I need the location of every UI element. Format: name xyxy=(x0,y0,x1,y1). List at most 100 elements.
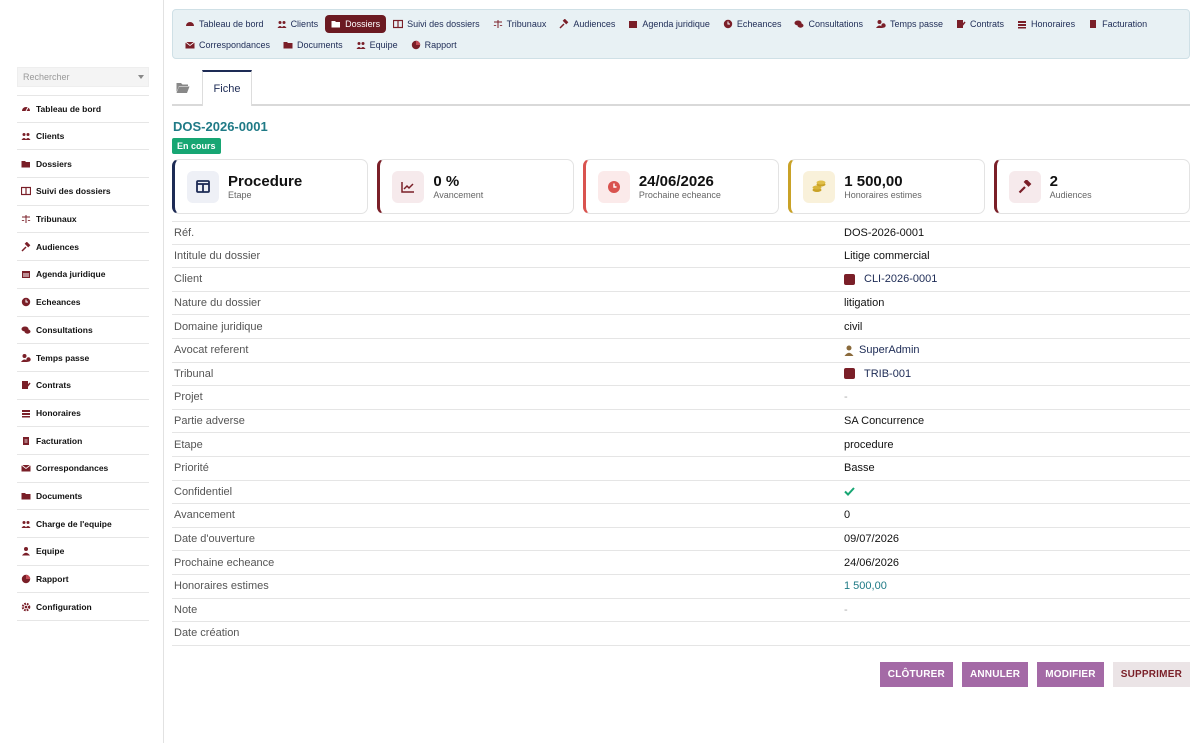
sidebar-item-label: Audiences xyxy=(36,241,79,252)
topnav-label: Agenda juridique xyxy=(642,19,710,29)
sidebar-item-equipe[interactable]: Equipe xyxy=(17,538,149,566)
table-row: Confidentiel xyxy=(172,481,1190,505)
sidebar-item-label: Echeances xyxy=(36,297,81,308)
field-label: Nature du dossier xyxy=(174,297,261,310)
sidebar-item-correspondances[interactable]: Correspondances xyxy=(17,455,149,483)
sidebar-item-label: Correspondances xyxy=(36,463,109,474)
field-value: TRIB-001 xyxy=(864,367,912,380)
sidebar-item-tableau-de-bord[interactable]: Tableau de bord xyxy=(17,95,149,123)
sidebar-item-suivi-des-dossiers[interactable]: Suivi des dossiers xyxy=(17,178,149,206)
topnav-tableau-de-bord[interactable]: Tableau de bord xyxy=(179,15,270,33)
topnav-equipe[interactable]: Equipe xyxy=(350,36,404,54)
kpi-card-etape: Procedure Etape xyxy=(172,159,369,214)
sidebar-item-charge-equipe[interactable]: Charge de l'equipe xyxy=(17,510,149,538)
envelope-icon xyxy=(185,40,195,50)
topnav-rapport[interactable]: Rapport xyxy=(405,36,463,54)
edit-button[interactable]: MODIFIER xyxy=(1037,662,1104,687)
topnav-label: Rapport xyxy=(424,40,457,50)
sidebar-item-rapport[interactable]: Rapport xyxy=(17,566,149,594)
clock-icon xyxy=(597,170,630,203)
field-label: Intitule du dossier xyxy=(174,249,261,262)
kpi-value: 0 % xyxy=(433,172,460,190)
folder-open-icon[interactable] xyxy=(176,82,190,94)
sidebar-item-facturation[interactable]: Facturation xyxy=(17,427,149,455)
tab-fiche[interactable]: Fiche xyxy=(202,70,252,106)
sidebar-search-select[interactable]: Rechercher xyxy=(17,67,149,87)
topnav-correspondances[interactable]: Correspondances xyxy=(179,36,276,54)
sidebar-item-echeances[interactable]: Echeances xyxy=(17,289,149,317)
sidebar-item-agenda-juridique[interactable]: Agenda juridique xyxy=(17,261,149,289)
contract-icon xyxy=(21,380,31,390)
sidebar-item-consultations[interactable]: Consultations xyxy=(17,317,149,345)
table-row: Date d'ouverture 09/07/2026 xyxy=(172,528,1190,552)
table-row: Nature du dossier litigation xyxy=(172,292,1190,316)
topnav-honoraires[interactable]: Honoraires xyxy=(1011,15,1081,33)
topnav-label: Equipe xyxy=(369,40,398,50)
kpi-label: Prochaine echeance xyxy=(638,189,721,200)
topnav-facturation[interactable]: Facturation xyxy=(1082,15,1153,33)
field-value: - xyxy=(844,391,848,404)
table-row: Réf. DOS-2026-0001 xyxy=(172,221,1190,245)
topnav-label: Contrats xyxy=(970,19,1005,29)
user-clock-icon xyxy=(21,353,31,363)
folder-open-icon xyxy=(331,19,341,29)
dashboard-icon xyxy=(185,19,195,29)
user-clock-icon xyxy=(876,19,886,29)
field-value: civil xyxy=(844,320,863,333)
tribunal-link[interactable]: TRIB-001 xyxy=(844,368,911,380)
field-label: Avancement xyxy=(174,509,235,522)
line-chart-icon xyxy=(392,170,425,203)
client-link[interactable]: CLI-2026-0001 xyxy=(844,273,937,285)
topnav-contrats[interactable]: Contrats xyxy=(950,15,1010,33)
kpi-card-honoraires: 1 500,00 Honoraires estimes xyxy=(788,159,985,214)
topnav-label: Audiences xyxy=(573,19,616,29)
user-icon xyxy=(844,345,854,356)
close-dossier-button[interactable]: CLÔTURER xyxy=(879,662,953,687)
cancel-dossier-button[interactable]: ANNULER xyxy=(961,662,1029,687)
sidebar-item-honoraires[interactable]: Honoraires xyxy=(17,400,149,428)
topnav-temps-passe[interactable]: Temps passe xyxy=(870,15,949,33)
sidebar-item-clients[interactable]: Clients xyxy=(17,123,149,151)
kpi-value: 24/06/2026 xyxy=(638,172,714,190)
field-label: Date d'ouverture xyxy=(174,533,255,546)
sidebar-item-dossiers[interactable]: Dossiers xyxy=(17,150,149,179)
clock-icon xyxy=(21,297,31,307)
gavel-icon xyxy=(21,241,31,252)
topnav-echeances[interactable]: Echeances xyxy=(717,15,788,33)
sidebar-item-label: Suivi des dossiers xyxy=(36,186,111,197)
topnav-clients[interactable]: Clients xyxy=(271,15,325,33)
topnav-tribunaux[interactable]: Tribunaux xyxy=(487,15,553,33)
sidebar-item-configuration[interactable]: Configuration xyxy=(17,593,149,622)
topnav-dossiers[interactable]: Dossiers xyxy=(325,15,387,33)
field-label: Tribunal xyxy=(174,367,214,380)
sidebar-item-label: Documents xyxy=(36,490,83,501)
topnav-label: Tribunaux xyxy=(506,19,547,29)
topnav-documents[interactable]: Documents xyxy=(277,36,349,54)
sidebar-item-contrats[interactable]: Contrats xyxy=(17,372,149,400)
table-row: Tribunal TRIB-001 xyxy=(172,363,1190,387)
table-row: Honoraires estimes 1 500,00 xyxy=(172,575,1190,599)
sidebar-item-documents[interactable]: Documents xyxy=(17,483,149,511)
topnav-suivi-des-dossiers[interactable]: Suivi des dossiers xyxy=(387,15,486,33)
delete-button[interactable]: SUPPRIMER xyxy=(1112,662,1190,687)
kpi-value: 1 500,00 xyxy=(844,172,903,190)
table-row: Projet - xyxy=(172,386,1190,410)
chevron-down-icon xyxy=(138,75,144,79)
page-title: DOS-2026-0001 xyxy=(173,119,268,134)
sidebar-item-audiences[interactable]: Audiences xyxy=(17,233,149,262)
sidebar-item-temps-passe[interactable]: Temps passe xyxy=(17,344,149,372)
sidebar-item-tribunaux[interactable]: Tribunaux xyxy=(17,206,149,234)
table-row: Client CLI-2026-0001 xyxy=(172,268,1190,292)
topnav-consultations[interactable]: Consultations xyxy=(788,15,869,33)
topnav-agenda-juridique[interactable]: Agenda juridique xyxy=(622,15,716,33)
topnav-audiences[interactable]: Audiences xyxy=(553,15,621,33)
checkmark-icon xyxy=(844,487,855,497)
tab-bar: Fiche xyxy=(172,70,1190,106)
dashboard-icon xyxy=(21,104,31,114)
sidebar-item-label: Clients xyxy=(36,131,65,142)
top-navigation: Tableau de bord Clients Dossiers Suivi d… xyxy=(172,9,1190,59)
invoice-icon xyxy=(21,436,31,446)
dossier-details-table: Réf. DOS-2026-0001 Intitule du dossier Lit… xyxy=(172,221,1190,646)
action-bar: CLÔTURER ANNULER MODIFIER SUPPRIMER xyxy=(879,662,1190,687)
user-link[interactable]: SuperAdmin xyxy=(844,344,920,356)
